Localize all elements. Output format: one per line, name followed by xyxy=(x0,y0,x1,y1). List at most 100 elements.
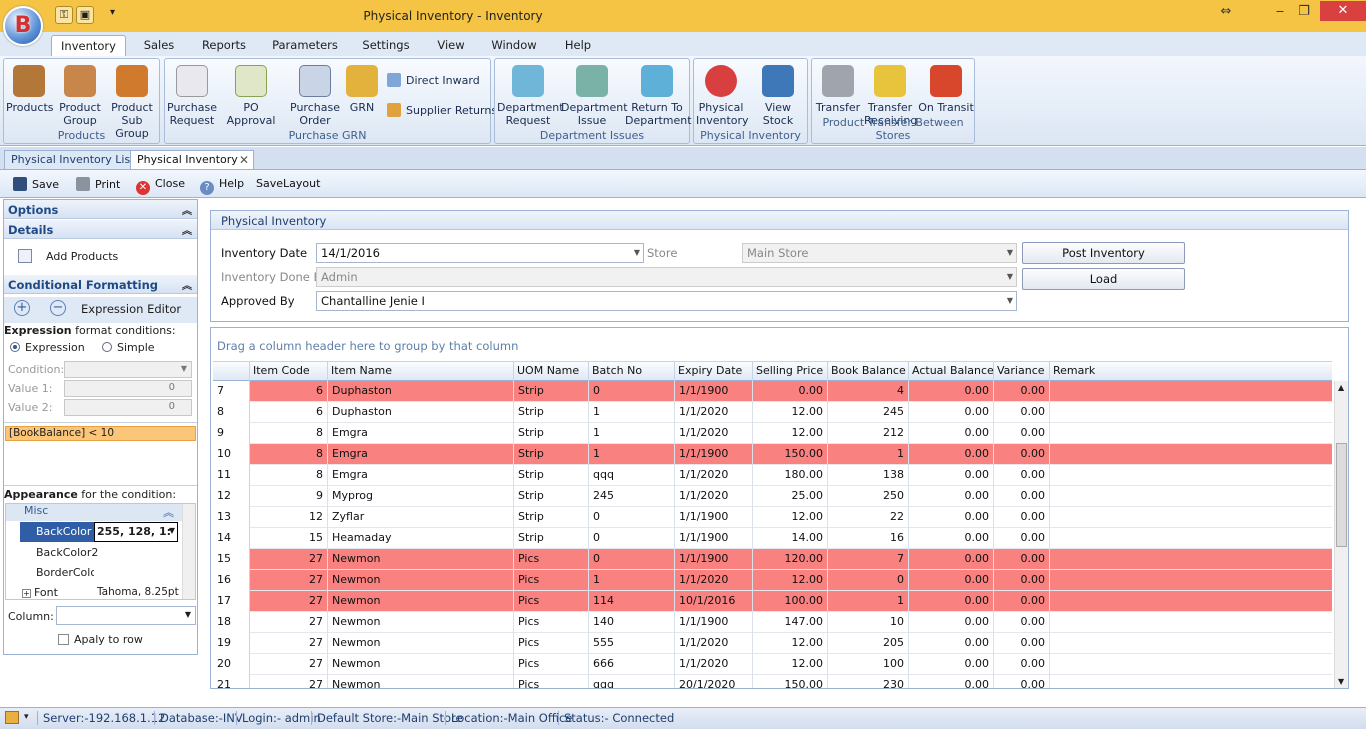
table-row[interactable]: 19 27 Newmon Pics 555 1/1/2020 12.00 205… xyxy=(213,633,1332,654)
table-row[interactable]: 13 12 Zyflar Strip 0 1/1/1900 12.00 22 0… xyxy=(213,507,1332,528)
cell-item-code[interactable]: 15 xyxy=(250,528,328,549)
cell-book-balance[interactable]: 16 xyxy=(828,528,909,549)
cell-remark[interactable] xyxy=(1050,633,1332,654)
table-row[interactable]: 9 8 Emgra Strip 1 1/1/2020 12.00 212 0.0… xyxy=(213,423,1332,444)
print-button[interactable]: Print xyxy=(76,177,120,191)
cell-item-name[interactable]: Heamaday xyxy=(328,528,514,549)
dropdown-icon[interactable]: ▾ xyxy=(24,712,29,722)
expand-icon[interactable]: + xyxy=(22,589,31,598)
cell-uom-name[interactable]: Strip xyxy=(514,465,589,486)
conditional-formatting-header[interactable]: Conditional Formatting ︽ xyxy=(4,275,197,294)
cell-variance[interactable]: 0.00 xyxy=(994,528,1050,549)
cell-variance[interactable]: 0.00 xyxy=(994,549,1050,570)
collapse-icon[interactable]: ︽ xyxy=(182,222,192,237)
cell-expiry-date[interactable]: 1/1/1900 xyxy=(675,444,753,465)
column-header-uom-name[interactable]: UOM Name xyxy=(514,362,589,381)
expression-editor-button[interactable]: Expression Editor xyxy=(81,302,181,316)
column-header-remark[interactable]: Remark xyxy=(1050,362,1332,381)
cell-item-code[interactable]: 9 xyxy=(250,486,328,507)
department-issue-button[interactable]: Department Issue xyxy=(561,65,628,127)
cell-book-balance[interactable]: 1 xyxy=(828,444,909,465)
details-header[interactable]: Details ︽ xyxy=(4,220,197,239)
condition-list-item[interactable]: [BookBalance] < 10 xyxy=(5,426,196,441)
cell-remark[interactable] xyxy=(1050,675,1332,688)
cell-item-name[interactable]: Duphaston xyxy=(328,381,514,402)
cell-actual-balance[interactable]: 0.00 xyxy=(909,591,994,612)
transfer-button[interactable]: Transfer xyxy=(814,65,862,114)
cell-remark[interactable] xyxy=(1050,654,1332,675)
column-header-book-balance[interactable]: Book Balance xyxy=(828,362,909,381)
on-transit-button[interactable]: On Transit xyxy=(918,65,974,114)
cell-expiry-date[interactable]: 1/1/2020 xyxy=(675,570,753,591)
column-header-variance[interactable]: Variance xyxy=(994,362,1050,381)
cell-uom-name[interactable]: Strip xyxy=(514,507,589,528)
cell-expiry-date[interactable]: 1/1/1900 xyxy=(675,381,753,402)
cell-item-code[interactable]: 8 xyxy=(250,465,328,486)
cell-item-name[interactable]: Newmon xyxy=(328,675,514,688)
cell-selling-price[interactable]: 100.00 xyxy=(753,591,828,612)
close-button[interactable]: ✕ Close xyxy=(136,177,185,195)
property-category-misc[interactable]: Misc ︽ xyxy=(6,504,182,521)
table-row[interactable]: 12 9 Myprog Strip 245 1/1/2020 25.00 250… xyxy=(213,486,1332,507)
cell-uom-name[interactable]: Pics xyxy=(514,675,589,688)
group-panel-hint[interactable]: Drag a column header here to group by th… xyxy=(217,339,518,353)
table-row[interactable]: 10 8 Emgra Strip 1 1/1/1900 150.00 1 0.0… xyxy=(213,444,1332,465)
collapse-icon[interactable]: ︽ xyxy=(182,202,192,217)
cell-uom-name[interactable]: Pics xyxy=(514,549,589,570)
cell-remark[interactable] xyxy=(1050,486,1332,507)
cell-item-name[interactable]: Newmon xyxy=(328,612,514,633)
table-row[interactable]: 18 27 Newmon Pics 140 1/1/1900 147.00 10… xyxy=(213,612,1332,633)
cell-expiry-date[interactable]: 1/1/2020 xyxy=(675,486,753,507)
cell-batch-no[interactable]: 114 xyxy=(589,591,675,612)
cell-actual-balance[interactable]: 0.00 xyxy=(909,612,994,633)
po-approval-button[interactable]: PO Approval xyxy=(219,65,283,127)
approved-by-select[interactable]: Chantalline Jenie I ▼ xyxy=(316,291,1017,311)
cell-batch-no[interactable]: 1 xyxy=(589,423,675,444)
backcolor-value-field[interactable]: 255, 128, 1: ▼ xyxy=(94,522,178,542)
prop-backcolor[interactable]: BackColor xyxy=(20,522,94,542)
cell-book-balance[interactable]: 250 xyxy=(828,486,909,507)
cell-item-name[interactable]: Newmon xyxy=(328,570,514,591)
property-scrollbar[interactable] xyxy=(182,504,195,599)
tab-help[interactable]: Help xyxy=(562,35,594,56)
cell-expiry-date[interactable]: 20/1/2020 xyxy=(675,675,753,688)
cell-batch-no[interactable]: 0 xyxy=(589,549,675,570)
cell-selling-price[interactable]: 180.00 xyxy=(753,465,828,486)
cell-book-balance[interactable]: 4 xyxy=(828,381,909,402)
cell-actual-balance[interactable]: 0.00 xyxy=(909,654,994,675)
direct-inward-button[interactable]: Direct Inward xyxy=(387,73,480,87)
table-row[interactable]: 17 27 Newmon Pics 114 10/1/2016 100.00 1… xyxy=(213,591,1332,612)
supplier-returns-button[interactable]: Supplier Returns xyxy=(387,103,497,117)
cell-remark[interactable] xyxy=(1050,381,1332,402)
cell-uom-name[interactable]: Pics xyxy=(514,570,589,591)
cell-variance[interactable]: 0.00 xyxy=(994,591,1050,612)
cell-variance[interactable]: 0.00 xyxy=(994,486,1050,507)
cell-selling-price[interactable]: 150.00 xyxy=(753,675,828,688)
tab-physical-inventory-list[interactable]: Physical Inventory List xyxy=(4,150,142,169)
cell-batch-no[interactable]: 140 xyxy=(589,612,675,633)
cell-book-balance[interactable]: 230 xyxy=(828,675,909,688)
cell-book-balance[interactable]: 10 xyxy=(828,612,909,633)
cell-uom-name[interactable]: Strip xyxy=(514,486,589,507)
column-header-item-code[interactable]: Item Code xyxy=(250,362,328,381)
cell-batch-no[interactable]: 0 xyxy=(589,381,675,402)
collapse-icon[interactable]: ︽ xyxy=(182,277,192,292)
cell-variance[interactable]: 0.00 xyxy=(994,507,1050,528)
cell-remark[interactable] xyxy=(1050,444,1332,465)
cell-book-balance[interactable]: 245 xyxy=(828,402,909,423)
tab-inventory[interactable]: Inventory xyxy=(51,35,126,56)
post-inventory-button[interactable]: Post Inventory xyxy=(1022,242,1185,264)
cell-selling-price[interactable]: 12.00 xyxy=(753,633,828,654)
cell-book-balance[interactable]: 0 xyxy=(828,570,909,591)
app-menu-button[interactable]: B xyxy=(3,6,43,46)
table-row[interactable]: 14 15 Heamaday Strip 0 1/1/1900 14.00 16… xyxy=(213,528,1332,549)
restore-icon[interactable]: ⇔ xyxy=(1212,2,1240,22)
cell-uom-name[interactable]: Strip xyxy=(514,444,589,465)
cell-selling-price[interactable]: 12.00 xyxy=(753,423,828,444)
options-header[interactable]: Options ︽ xyxy=(4,200,197,219)
cell-item-name[interactable]: Emgra xyxy=(328,423,514,444)
cell-expiry-date[interactable]: 1/1/2020 xyxy=(675,654,753,675)
cell-selling-price[interactable]: 147.00 xyxy=(753,612,828,633)
cell-item-code[interactable]: 6 xyxy=(250,402,328,423)
cell-item-name[interactable]: Zyflar xyxy=(328,507,514,528)
